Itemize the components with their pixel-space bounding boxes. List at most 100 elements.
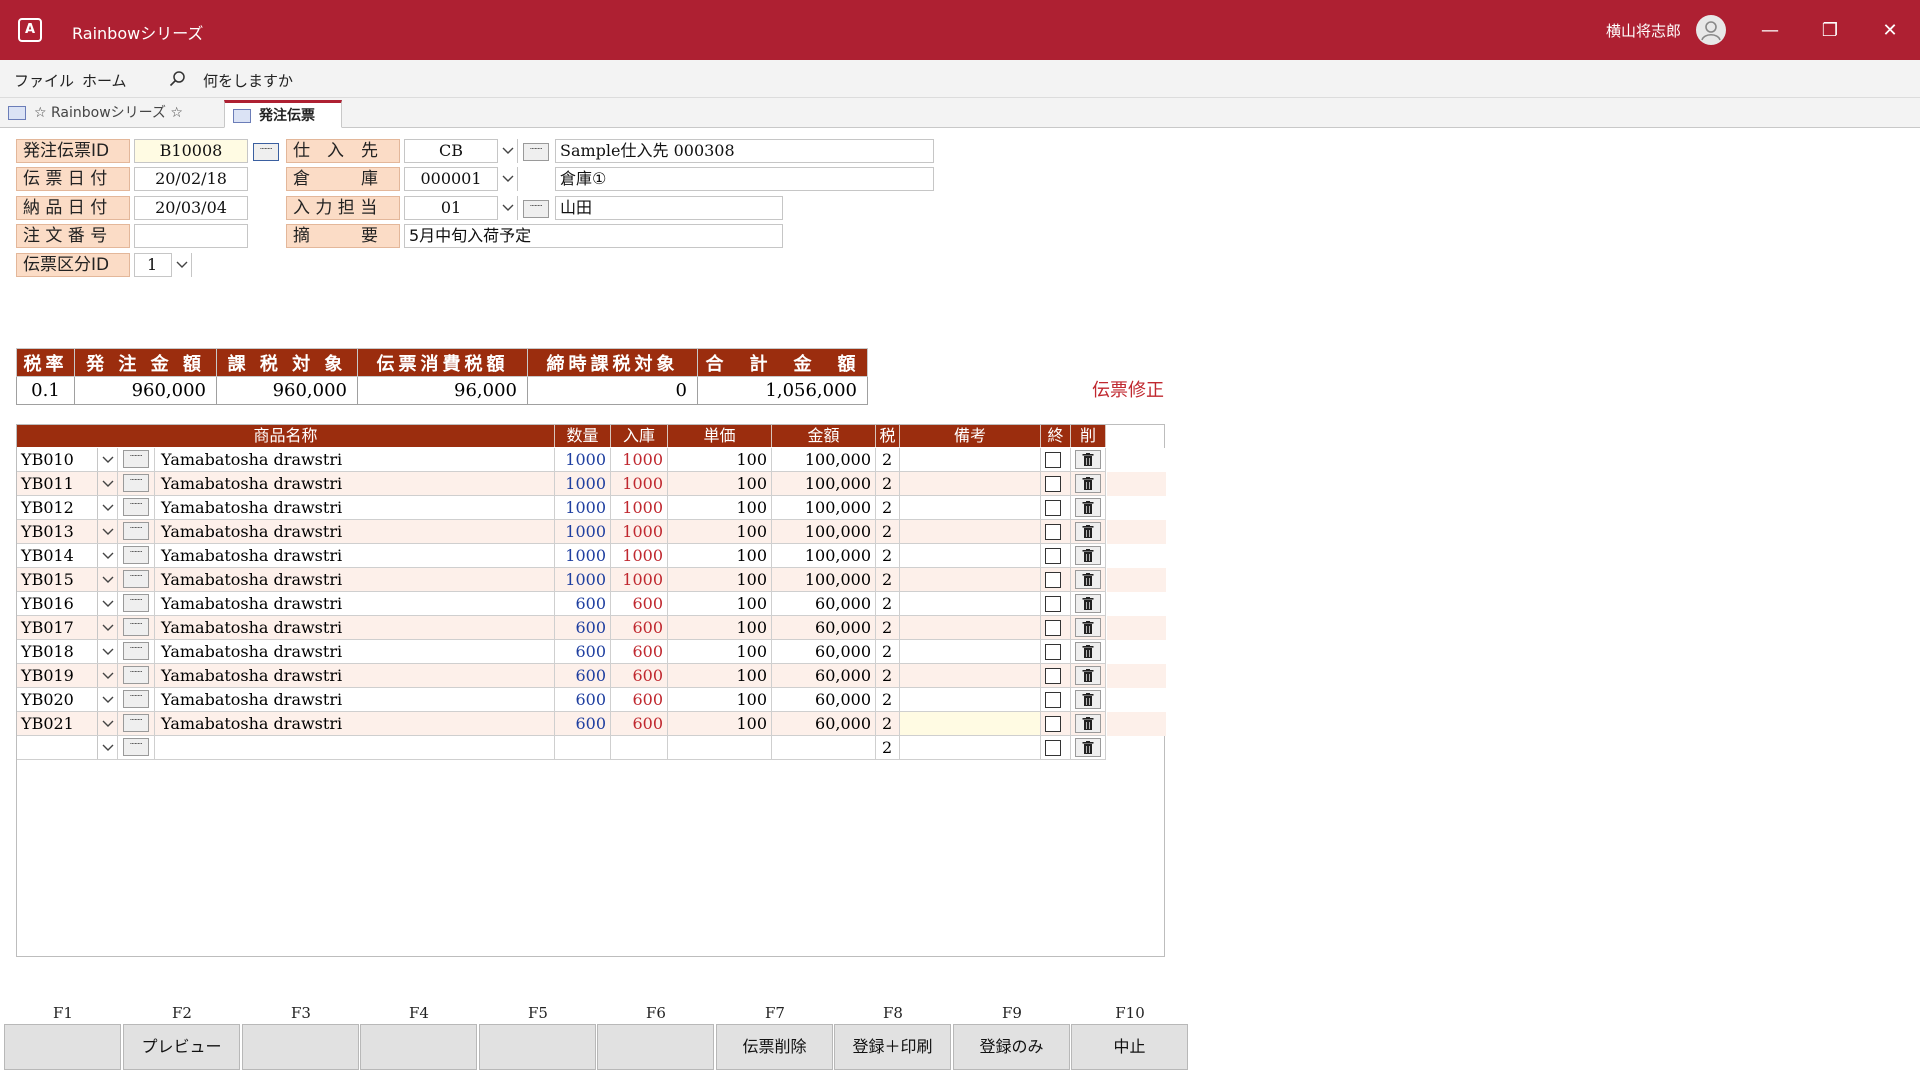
product-code-select[interactable]	[17, 736, 118, 760]
product-lookup-button[interactable]: ┈┈	[123, 690, 149, 708]
qty-cell[interactable]: 1000	[555, 544, 611, 568]
done-checkbox[interactable]	[1045, 644, 1061, 660]
fkey-button-f3[interactable]	[242, 1024, 359, 1070]
qty-cell[interactable]: 600	[555, 712, 611, 736]
chevron-down-icon[interactable]	[97, 712, 117, 735]
product-lookup-button[interactable]: ┈┈	[123, 474, 149, 492]
remarks-cell[interactable]	[900, 712, 1041, 736]
qty-cell[interactable]: 600	[555, 616, 611, 640]
product-code-select[interactable]: YB011	[17, 472, 118, 496]
done-checkbox[interactable]	[1045, 692, 1061, 708]
tell-me-search[interactable]: 何をしますか	[203, 70, 293, 91]
qty-cell[interactable]: 600	[555, 688, 611, 712]
done-checkbox[interactable]	[1045, 452, 1061, 468]
minimize-button[interactable]: —	[1740, 0, 1800, 60]
remarks-cell[interactable]	[900, 496, 1041, 520]
qty-cell[interactable]: 600	[555, 640, 611, 664]
unit-price-cell[interactable]: 100	[668, 544, 772, 568]
tax-cell[interactable]: 2	[876, 496, 900, 520]
fkey-button-f7[interactable]: 伝票削除	[716, 1024, 833, 1070]
delete-row-button[interactable]	[1075, 522, 1101, 541]
received-cell[interactable]: 600	[611, 616, 668, 640]
qty-cell[interactable]: 600	[555, 592, 611, 616]
unit-price-cell[interactable]: 100	[668, 712, 772, 736]
done-checkbox[interactable]	[1045, 716, 1061, 732]
tax-cell[interactable]: 2	[876, 712, 900, 736]
done-checkbox[interactable]	[1045, 572, 1061, 588]
product-code-select[interactable]: YB015	[17, 568, 118, 592]
product-code-select[interactable]: YB010	[17, 448, 118, 472]
avatar[interactable]	[1696, 15, 1726, 45]
product-lookup-button[interactable]: ┈┈	[123, 666, 149, 684]
product-lookup-button[interactable]: ┈┈	[123, 450, 149, 468]
product-code-select[interactable]: YB013	[17, 520, 118, 544]
received-cell[interactable]: 1000	[611, 568, 668, 592]
chevron-down-icon[interactable]	[97, 496, 117, 519]
unit-price-cell[interactable]: 100	[668, 472, 772, 496]
tab-order-slip[interactable]: 発注伝票	[224, 100, 342, 128]
product-name-cell[interactable]: Yamabatosha drawstri	[155, 472, 555, 496]
chevron-down-icon[interactable]	[97, 616, 117, 639]
remarks-cell[interactable]	[900, 448, 1041, 472]
warehouse-name-field[interactable]: 倉庫①	[555, 167, 934, 191]
product-lookup-button[interactable]: ┈┈	[123, 498, 149, 516]
product-code-select[interactable]: YB017	[17, 616, 118, 640]
product-code-select[interactable]: YB018	[17, 640, 118, 664]
product-lookup-button[interactable]: ┈┈	[123, 738, 149, 756]
fkey-button-f10[interactable]: 中止	[1071, 1024, 1188, 1070]
unit-price-cell[interactable]: 100	[668, 592, 772, 616]
delete-row-button[interactable]	[1075, 666, 1101, 685]
delete-row-button[interactable]	[1075, 594, 1101, 613]
fkey-button-f6[interactable]	[597, 1024, 714, 1070]
received-cell[interactable]: 600	[611, 688, 668, 712]
warehouse-code-select[interactable]: 000001	[404, 167, 518, 191]
tax-cell[interactable]: 2	[876, 664, 900, 688]
chevron-down-icon[interactable]	[97, 664, 117, 687]
product-name-cell[interactable]: Yamabatosha drawstri	[155, 448, 555, 472]
delete-row-button[interactable]	[1075, 570, 1101, 589]
delete-row-button[interactable]	[1075, 690, 1101, 709]
qty-cell[interactable]: 1000	[555, 448, 611, 472]
staff-lookup-button[interactable]: ┈┈	[523, 200, 549, 218]
remarks-cell[interactable]	[900, 640, 1041, 664]
qty-cell[interactable]: 1000	[555, 520, 611, 544]
tab-rainbow-series[interactable]: ☆ Rainbowシリーズ ☆	[0, 100, 220, 128]
qty-cell[interactable]: 600	[555, 664, 611, 688]
fkey-button-f9[interactable]: 登録のみ	[953, 1024, 1070, 1070]
delete-row-button[interactable]	[1075, 642, 1101, 661]
product-code-select[interactable]: YB016	[17, 592, 118, 616]
product-name-cell[interactable]: Yamabatosha drawstri	[155, 664, 555, 688]
product-name-cell[interactable]: Yamabatosha drawstri	[155, 544, 555, 568]
memo-field[interactable]: 5月中旬入荷予定	[404, 224, 783, 248]
chevron-down-icon[interactable]	[97, 520, 117, 543]
product-name-cell[interactable]	[155, 736, 555, 760]
product-lookup-button[interactable]: ┈┈	[123, 642, 149, 660]
product-name-cell[interactable]: Yamabatosha drawstri	[155, 592, 555, 616]
unit-price-cell[interactable]: 100	[668, 640, 772, 664]
unit-price-cell[interactable]: 100	[668, 448, 772, 472]
delete-row-button[interactable]	[1075, 738, 1101, 757]
chevron-down-icon[interactable]	[171, 253, 191, 277]
done-checkbox[interactable]	[1045, 524, 1061, 540]
delete-row-button[interactable]	[1075, 618, 1101, 637]
delivery-date-field[interactable]: 20/03/04	[134, 196, 248, 220]
product-lookup-button[interactable]: ┈┈	[123, 522, 149, 540]
chevron-down-icon[interactable]	[497, 196, 517, 220]
product-name-cell[interactable]: Yamabatosha drawstri	[155, 568, 555, 592]
done-checkbox[interactable]	[1045, 548, 1061, 564]
search-icon[interactable]	[168, 69, 188, 89]
chevron-down-icon[interactable]	[97, 472, 117, 495]
chevron-down-icon[interactable]	[497, 139, 517, 163]
product-name-cell[interactable]: Yamabatosha drawstri	[155, 616, 555, 640]
product-code-select[interactable]: YB019	[17, 664, 118, 688]
delete-row-button[interactable]	[1075, 474, 1101, 493]
received-cell[interactable]: 1000	[611, 520, 668, 544]
done-checkbox[interactable]	[1045, 740, 1061, 756]
qty-cell[interactable]: 1000	[555, 496, 611, 520]
delete-row-button[interactable]	[1075, 546, 1101, 565]
done-checkbox[interactable]	[1045, 500, 1061, 516]
chevron-down-icon[interactable]	[97, 736, 117, 759]
supplier-lookup-button[interactable]: ┈┈	[523, 143, 549, 161]
done-checkbox[interactable]	[1045, 476, 1061, 492]
done-checkbox[interactable]	[1045, 620, 1061, 636]
